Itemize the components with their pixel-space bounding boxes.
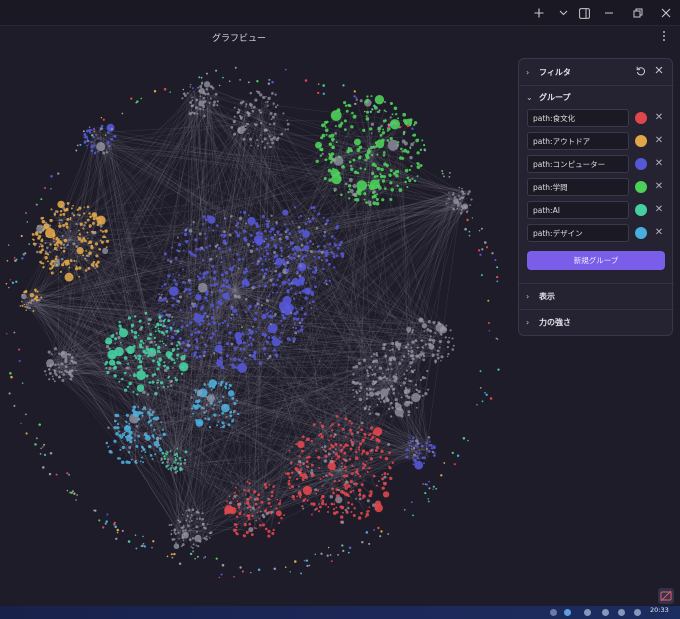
group-row: ✕ (527, 155, 667, 173)
chevron-down-icon: ⌄ (526, 92, 533, 102)
remove-group-icon[interactable]: ✕ (653, 180, 665, 194)
group-query-input[interactable] (527, 201, 629, 219)
close-icon[interactable] (653, 66, 665, 78)
filter-label: フィルタ (539, 67, 571, 77)
group-row: ✕ (527, 178, 667, 196)
group-query-input[interactable] (527, 132, 629, 150)
battery-icon[interactable] (634, 609, 641, 616)
display-icon[interactable] (602, 609, 609, 616)
remove-group-icon[interactable]: ✕ (653, 134, 665, 148)
graph-filter-panel: › フィルタ ⌄ グループ ✕ ✕ ✕ (518, 58, 674, 336)
group-query-input[interactable] (527, 155, 629, 173)
group-row: ✕ (527, 201, 667, 219)
group-query-input[interactable] (527, 109, 629, 127)
title-bar (0, 0, 680, 26)
reset-icon[interactable] (635, 66, 647, 78)
taskbar-clock: 20:33 (650, 606, 669, 614)
sidebar-toggle-icon[interactable] (577, 3, 591, 23)
remove-group-icon[interactable]: ✕ (653, 226, 665, 240)
minimize-icon[interactable] (602, 3, 616, 23)
group-color-swatch[interactable] (635, 135, 647, 147)
view-header: グラフビュー (0, 26, 680, 50)
display-label: 表示 (539, 291, 555, 301)
divider (519, 283, 674, 284)
group-row: ✕ (527, 132, 667, 150)
view-title: グラフビュー (212, 34, 267, 44)
forces-section-header[interactable]: › 力の強さ (519, 311, 674, 333)
filter-section-header[interactable]: › フィルタ (519, 61, 674, 83)
group-row: ✕ (527, 109, 667, 127)
group-color-swatch[interactable] (635, 158, 647, 170)
display-section-header[interactable]: › 表示 (519, 285, 674, 307)
new-group-button[interactable]: 新規グループ (527, 251, 665, 270)
remove-group-icon[interactable]: ✕ (653, 157, 665, 171)
restore-icon[interactable] (631, 3, 645, 23)
chevron-right-icon: › (526, 317, 530, 327)
forces-label: 力の強さ (539, 317, 571, 327)
tray-icon[interactable] (550, 609, 557, 616)
plus-icon[interactable] (532, 3, 546, 23)
group-row: ✕ (527, 224, 667, 242)
group-color-swatch[interactable] (635, 227, 647, 239)
more-vertical-icon[interactable] (658, 30, 670, 46)
network-icon[interactable] (564, 609, 571, 616)
notification-icon[interactable] (584, 609, 591, 616)
group-color-swatch[interactable] (635, 112, 647, 124)
chevron-down-icon[interactable] (557, 3, 569, 23)
chevron-right-icon: › (526, 291, 530, 301)
group-color-swatch[interactable] (635, 181, 647, 193)
remove-group-icon[interactable]: ✕ (653, 111, 665, 125)
close-icon[interactable] (659, 3, 673, 23)
divider (519, 309, 674, 310)
animate-icon[interactable] (658, 588, 674, 604)
os-taskbar: 20:33 (0, 606, 680, 619)
group-query-input[interactable] (527, 224, 629, 242)
group-color-swatch[interactable] (635, 204, 647, 216)
remove-group-icon[interactable]: ✕ (653, 203, 665, 217)
volume-icon[interactable] (618, 609, 625, 616)
groups-label: グループ (539, 92, 571, 102)
group-query-input[interactable] (527, 178, 629, 196)
obsidian-window: グラフビュー › フィルタ ⌄ グループ ✕ ✕ (0, 0, 680, 619)
groups-section-header[interactable]: ⌄ グループ (519, 86, 674, 108)
chevron-right-icon: › (526, 67, 530, 77)
